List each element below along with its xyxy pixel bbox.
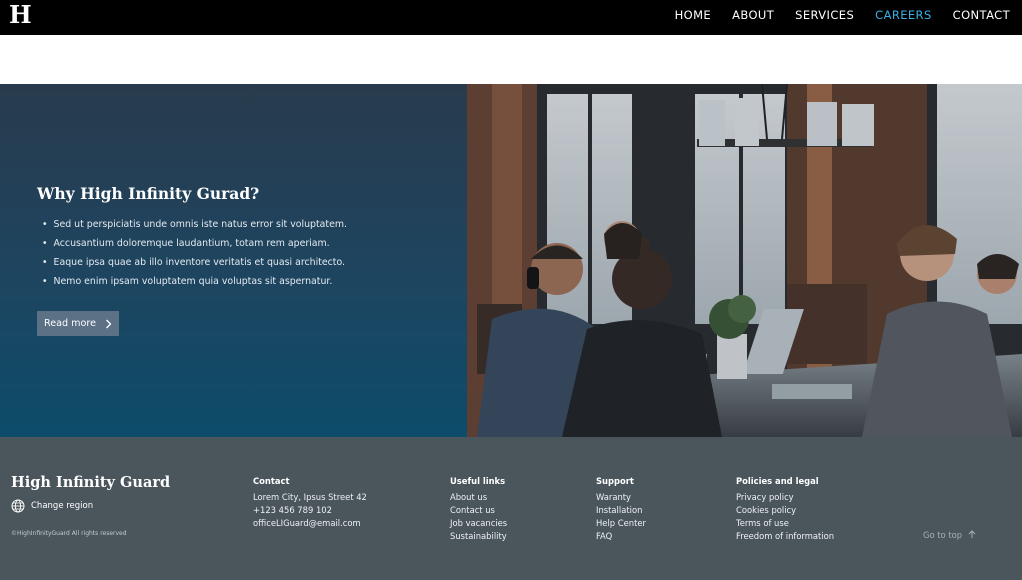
footer-useful-links-column: Useful links About us Contact us Job vac…: [450, 475, 507, 543]
chevron-right-icon: [106, 319, 112, 328]
read-more-label: Read more: [43, 318, 96, 329]
footer-link-about-us[interactable]: About us: [450, 491, 507, 504]
footer-link-sustainability[interactable]: Sustainability: [450, 530, 507, 543]
hero-bullet: Nemo enim ipsam voluptatem quia voluptas…: [42, 272, 347, 291]
footer-policies-column: Policies and legal Privacy policy Cookie…: [736, 475, 834, 543]
footer-link-installation[interactable]: Installation: [596, 504, 646, 517]
site-footer: High Infinity Guard Change region ©HighI…: [0, 437, 1022, 580]
footer-link-contact-us[interactable]: Contact us: [450, 504, 507, 517]
footer-link-faq[interactable]: FAQ: [596, 530, 646, 543]
site-logo[interactable]: H: [9, 1, 32, 29]
hero-bullet: Eaque ipsa quae ab illo inventore verita…: [42, 253, 347, 272]
nav-link-about[interactable]: ABOUT: [732, 8, 774, 22]
hero-title: Why High Infinity Gurad?: [37, 184, 260, 203]
hero-bullet-list: Sed ut perspiciatis unde omnis iste natu…: [42, 215, 347, 291]
hero-bullet: Sed ut perspiciatis unde omnis iste natu…: [42, 215, 347, 234]
footer-link-waranty[interactable]: Waranty: [596, 491, 646, 504]
footer-link-privacy-policy[interactable]: Privacy policy: [736, 491, 834, 504]
team-meeting-illustration: [467, 84, 1022, 437]
hero-text-panel: Why High Infinity Gurad? Sed ut perspici…: [0, 84, 467, 437]
contact-email[interactable]: officeLIGuard@email.com: [253, 517, 367, 530]
go-to-top-button[interactable]: Go to top: [923, 530, 976, 540]
nav-link-services[interactable]: SERVICES: [795, 8, 854, 22]
footer-useful-links-heading: Useful links: [450, 476, 506, 486]
footer-brand: High Infinity Guard: [11, 474, 171, 491]
copyright-text: ©HighInfinityGuard All rights reserved: [11, 530, 127, 537]
nav-link-contact[interactable]: CONTACT: [953, 8, 1010, 22]
footer-contact-heading: Contact: [253, 476, 290, 486]
nav-link-home[interactable]: HOME: [675, 8, 712, 22]
top-navbar: H HOME ABOUT SERVICES CAREERS CONTACT: [0, 0, 1022, 35]
footer-support-heading: Support: [596, 476, 634, 486]
go-to-top-label: Go to top: [923, 530, 963, 540]
contact-address: Lorem City, Ipsus Street 42: [253, 492, 367, 502]
footer-link-job-vacancies[interactable]: Job vacancies: [450, 517, 507, 530]
main-nav: HOME ABOUT SERVICES CAREERS CONTACT: [675, 0, 1010, 30]
hero-bullet: Accusantium doloremque laudantium, totam…: [42, 234, 347, 253]
contact-phone[interactable]: +123 456 789 102: [253, 504, 367, 517]
footer-link-terms-of-use[interactable]: Terms of use: [736, 517, 834, 530]
footer-contact-column: Contact Lorem City, Ipsus Street 42 +123…: [253, 475, 367, 530]
footer-support-column: Support Waranty Installation Help Center…: [596, 475, 646, 543]
footer-policies-heading: Policies and legal: [736, 476, 819, 486]
footer-link-help-center[interactable]: Help Center: [596, 517, 646, 530]
read-more-button[interactable]: Read more: [37, 311, 119, 336]
change-region-button[interactable]: Change region: [11, 499, 93, 513]
footer-link-cookies-policy[interactable]: Cookies policy: [736, 504, 834, 517]
globe-icon: [11, 499, 25, 513]
arrow-up-icon: [968, 530, 976, 538]
change-region-label: Change region: [31, 501, 94, 511]
nav-link-careers[interactable]: CAREERS: [875, 8, 932, 22]
hero-section: Why High Infinity Gurad? Sed ut perspici…: [0, 84, 1022, 437]
team-meeting-photo: [467, 84, 1022, 437]
footer-link-freedom-of-information[interactable]: Freedom of information: [736, 530, 834, 543]
